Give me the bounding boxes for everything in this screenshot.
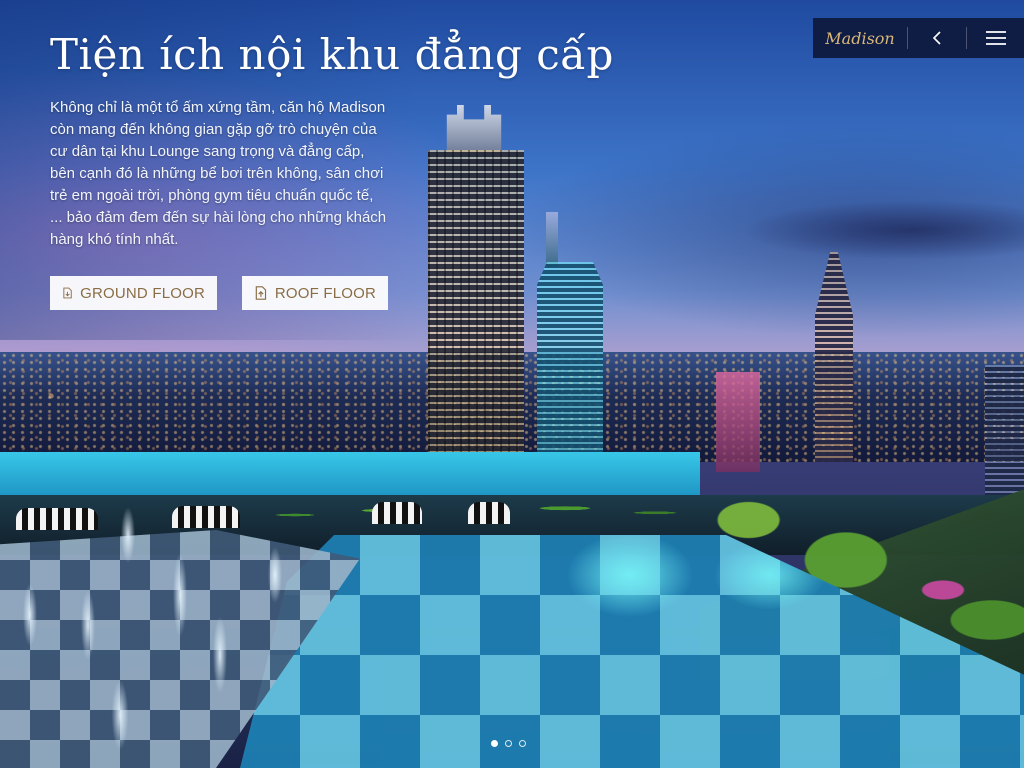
- tower-main: [428, 150, 524, 455]
- pagination-dot[interactable]: [505, 740, 512, 747]
- back-button[interactable]: [908, 18, 966, 58]
- cabana: [468, 502, 510, 524]
- cloud: [740, 200, 1024, 260]
- tower-glass: [537, 262, 603, 454]
- floor-up-icon: [255, 286, 267, 300]
- tower-spire: [546, 212, 558, 267]
- roof-floor-label: ROOF FLOOR: [274, 284, 376, 302]
- brand-logo[interactable]: Madison: [813, 29, 907, 48]
- hamburger-menu-icon: [985, 31, 1006, 45]
- pagination-dot[interactable]: [519, 740, 526, 747]
- menu-button[interactable]: [967, 18, 1024, 58]
- cabana: [372, 502, 422, 524]
- page-description: Không chỉ là một tổ ấm xứng tầm, căn hộ …: [50, 99, 387, 248]
- page-title: Tiện ích nội khu đẳng cấp: [50, 30, 614, 79]
- fountains: [0, 495, 340, 768]
- ground-floor-button[interactable]: GROUND FLOOR: [50, 276, 217, 310]
- chevron-left-icon: [932, 31, 941, 45]
- roof-floor-button[interactable]: ROOF FLOOR: [242, 276, 388, 310]
- ground-floor-label: GROUND FLOOR: [80, 284, 205, 302]
- top-nav-bar: Madison: [813, 18, 1024, 58]
- slide-pagination: [491, 740, 526, 747]
- pagination-dot[interactable]: [491, 740, 498, 747]
- tower-pink: [716, 372, 760, 472]
- floor-down-icon: [63, 287, 72, 299]
